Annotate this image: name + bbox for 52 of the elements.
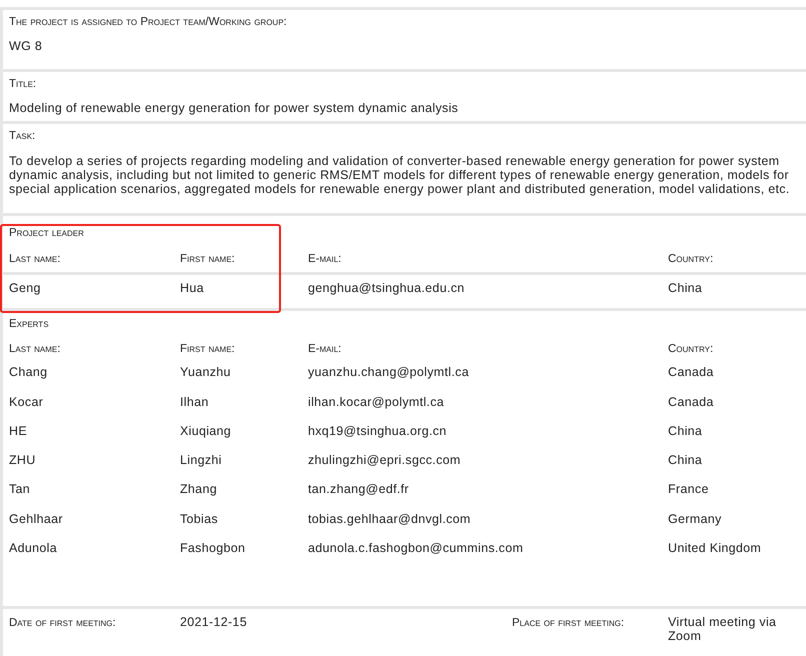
table-cell-text: Kocar — [9, 394, 44, 411]
field-label: The project is assigned to Project team/Working group: — [9, 15, 288, 30]
table-cell-text: Lingzhi — [180, 453, 223, 470]
table-cell-text: Xiuqiang — [180, 424, 232, 440]
column-header: Country: — [668, 342, 714, 357]
field-value: To develop a series of projects regarding modeling and validation of converter-based renewable energy generation for power system dynamic analysis, including but not limited to generic RMS/EMT models for different types of renewable energy generation, models for special application scenarios, aggregated models for renewable energy power plant and distributed generation, model validations, etc. — [9, 154, 791, 196]
table-cell-text: Canada — [668, 394, 715, 411]
field-label: Title: — [9, 77, 38, 92]
table-cell-text: Ilhan — [180, 394, 210, 411]
field-label: Task: — [9, 129, 36, 144]
column-header: Last name: — [9, 252, 62, 266]
table-cell-text: zhulingzhi@epri.sgcc.com — [308, 453, 462, 470]
table-cell-text: ZHU — [9, 453, 37, 470]
section-heading: Project leader — [9, 226, 85, 242]
column-header: Last name: — [9, 342, 62, 357]
table-cell-text: Chang — [9, 365, 48, 382]
section-heading: Experts — [9, 316, 50, 332]
table-cell-text: Hua — [180, 280, 205, 295]
table-cell-text: Fashogbon — [180, 541, 246, 558]
table-cell-text: Tan — [9, 482, 32, 498]
table-cell-text: Zhang — [180, 482, 218, 498]
table-cell-text: tan.zhang@edf.fr — [308, 482, 410, 498]
field-value: Virtual meeting via Zoom — [668, 615, 778, 646]
table-cell-text: ilhan.kocar@polymtl.ca — [308, 394, 446, 411]
column-header: E-mail: — [308, 342, 342, 357]
table-cell-text: Geng — [9, 280, 42, 295]
field-label: Place of first meeting: — [512, 616, 626, 632]
table-cell-text: Yuanzhu — [180, 365, 232, 382]
table-cell-text: Adunola — [9, 541, 58, 558]
table-cell-text: adunola.c.fashogbon@cummins.com — [308, 541, 524, 558]
table-cell-text: Canada — [668, 365, 715, 382]
table-cell-text: Germany — [668, 512, 723, 528]
table-cell-text: yuanzhu.chang@polymtl.ca — [308, 365, 470, 382]
field-value: WG 8 — [9, 39, 44, 54]
table-cell-text: tobias.gehlhaar@dnvgl.com — [308, 512, 472, 528]
table-cell-text: China — [668, 453, 704, 470]
column-header: Country: — [668, 252, 714, 266]
field-value: 2021-12-15 — [180, 615, 248, 632]
table-cell-text: genghua@tsinghua.edu.cn — [308, 280, 466, 295]
table-cell-text: United Kingdom — [668, 541, 762, 558]
table-cell-text: China — [668, 280, 704, 295]
field-value: Modeling of renewable energy generation for power system dynamic analysis — [9, 101, 460, 116]
table-cell-text: France — [668, 482, 710, 498]
field-label: Date of first meeting: — [9, 616, 117, 632]
column-header: E-mail: — [308, 252, 342, 266]
table-cell-text: Gehlhaar — [9, 512, 64, 528]
table-cell-text: China — [668, 424, 704, 440]
table-cell-text: Tobias — [180, 512, 219, 528]
table-cell-text: hxq19@tsinghua.org.cn — [308, 424, 448, 440]
column-header: First name: — [180, 252, 236, 266]
column-header: First name: — [180, 342, 236, 357]
table-cell-text: HE — [9, 424, 28, 440]
